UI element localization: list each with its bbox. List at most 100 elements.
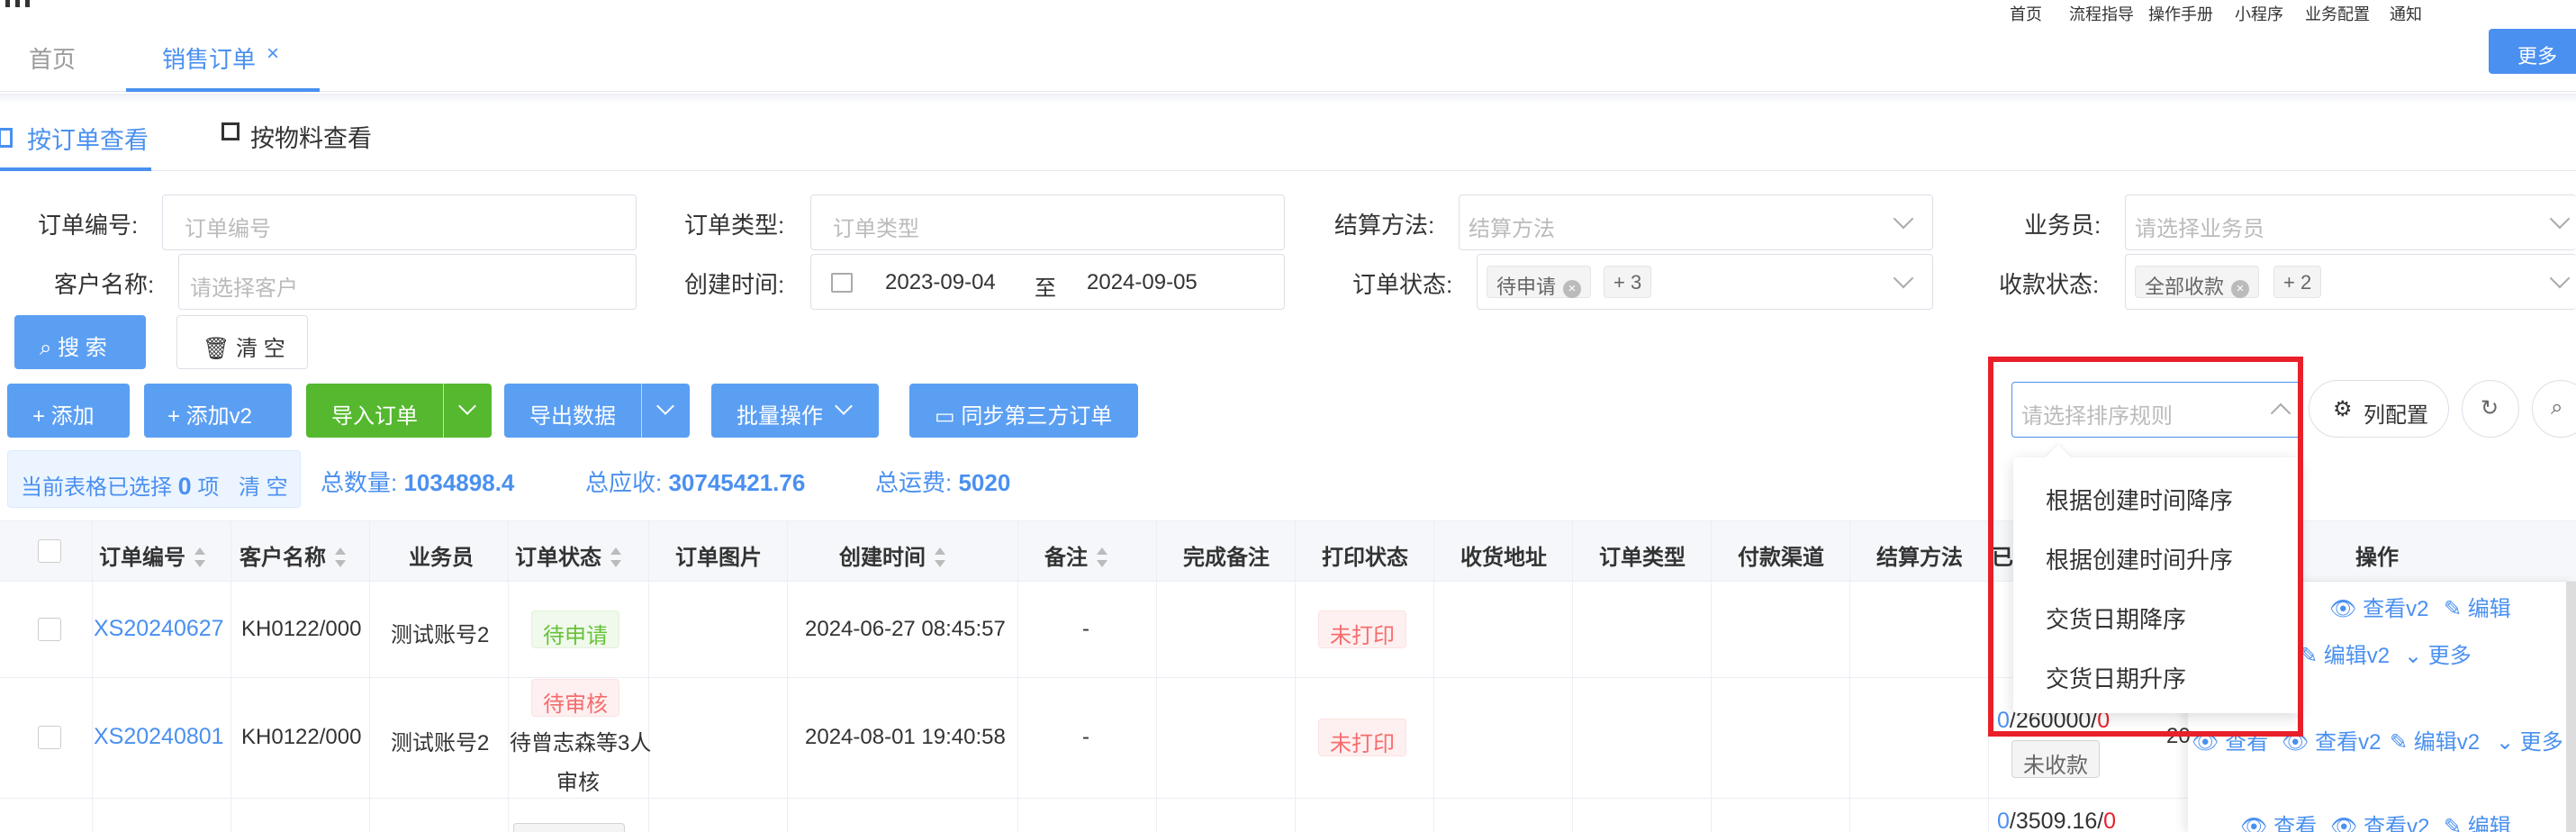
payment-status-select[interactable]: 全部收款 × + 2 [2125, 254, 2576, 310]
refresh-button[interactable]: ↻ [2462, 380, 2519, 438]
batch-ops-button[interactable]: 批量操作 [711, 384, 879, 438]
vertical-scrollbar[interactable] [2566, 582, 2576, 832]
search-toggle-button[interactable]: ⌕ [2532, 380, 2576, 438]
header-link-biz-config[interactable]: 业务配置 [2305, 2, 2370, 25]
header-link-notice[interactable]: 通知 [2390, 2, 2422, 25]
chevron-down-icon[interactable] [458, 397, 476, 415]
view-v2-link[interactable]: 👁 查看v2 [2329, 591, 2429, 622]
header-link-miniapp[interactable]: 小程序 [2235, 2, 2283, 25]
order-no-link[interactable]: XS20240627 [94, 616, 224, 642]
selection-info: 当前表格已选择 0 项 清 空 [7, 450, 301, 508]
view-link[interactable]: 👁 查看 [2240, 809, 2317, 832]
order-type-placeholder: 订单类型 [833, 217, 919, 241]
close-icon[interactable]: × [267, 41, 279, 67]
edit-v2-link[interactable]: ✎ 编辑v2 [2300, 638, 2390, 669]
col-order-type: 订单类型 [1599, 546, 1686, 570]
chevron-down-icon [2549, 208, 2571, 230]
settle-method-select[interactable]: 结算方法 [1459, 194, 1933, 250]
column-divider [1017, 520, 1018, 832]
col-order-no[interactable]: 订单编号 [99, 539, 205, 571]
col-customer[interactable]: 客户名称 [240, 539, 346, 571]
customer-select[interactable]: 请选择客户 [178, 254, 637, 310]
salesman-label: 业务员: [2024, 212, 2101, 239]
search-button[interactable]: ⌕ 搜 索 [14, 315, 146, 369]
col-address: 收货地址 [1460, 546, 1547, 570]
tab-by-order[interactable]: 按订单查看 [0, 106, 151, 171]
select-all-checkbox[interactable] [38, 539, 61, 563]
column-divider [1572, 520, 1573, 832]
list-icon [0, 128, 13, 148]
more-button[interactable]: 更多 [2489, 29, 2576, 74]
header-links: 首页 流程指导 操作手册 小程序 业务配置 通知 [0, 2, 2576, 23]
column-divider [508, 520, 509, 832]
payment-tag-label: 全部收款 [2145, 276, 2225, 298]
col-remark[interactable]: 备注 [1044, 539, 1107, 571]
search-icon: ⌕ [2551, 395, 2563, 420]
sync-third-party-button[interactable]: ▭ 同步第三方订单 [909, 384, 1138, 438]
salesman-placeholder: 请选择业务员 [2135, 217, 2264, 241]
order-status-select[interactable]: 待申请 × + 3 [1477, 254, 1933, 310]
export-data-button[interactable]: 导出数据 [504, 384, 690, 438]
tab-by-order-label: 按订单查看 [27, 127, 149, 154]
sort-icon [610, 547, 621, 567]
add-v2-button-label: + 添加v2 [167, 404, 253, 429]
salesman-cell: 测试账号2 [391, 623, 490, 647]
add-button[interactable]: + 添加 [7, 384, 130, 438]
close-icon[interactable]: × [1563, 280, 1582, 298]
close-icon[interactable]: × [2231, 280, 2250, 298]
status-note: 待曾志森等3人 [510, 731, 652, 755]
more-link[interactable]: ⌄ 更多 [2496, 724, 2563, 755]
sort-icon [935, 547, 945, 567]
salesman-cell: 测试账号2 [391, 731, 490, 755]
clear-button[interactable]: 🗑 清 空 [176, 315, 308, 369]
edit-link[interactable]: ✎ 编辑 [2444, 591, 2511, 622]
header-link-home[interactable]: 首页 [2010, 2, 2042, 25]
header-link-manual[interactable]: 操作手册 [2148, 2, 2213, 25]
row-checkbox[interactable] [38, 618, 61, 641]
order-type-input[interactable]: 订单类型 [810, 194, 1285, 250]
status-more-tag: + 3 [1604, 266, 1652, 298]
col-order-status[interactable]: 订单状态 [515, 539, 621, 571]
tab-sales-order[interactable]: 销售订单 × [126, 27, 320, 92]
split-divider [443, 384, 444, 438]
col-created-time[interactable]: 创建时间 [839, 539, 945, 571]
gear-icon: ⚙ [2333, 397, 2353, 421]
status-badge: 待申请 [531, 610, 619, 648]
column-divider [1711, 520, 1712, 832]
date-to: 2024-09-05 [1087, 270, 1198, 294]
col-print-status: 打印状态 [1322, 546, 1408, 570]
column-divider [92, 520, 93, 832]
row-checkbox[interactable] [38, 726, 61, 749]
box-icon [221, 122, 240, 140]
edit-v2-link[interactable]: ✎ 编辑v2 [2390, 724, 2480, 755]
search-button-label: ⌕ 搜 索 [40, 336, 107, 360]
order-no-link[interactable]: XS20240801 [94, 724, 224, 750]
column-divider [1295, 520, 1296, 832]
chevron-down-icon [2549, 267, 2571, 289]
add-v2-button[interactable]: + 添加v2 [144, 384, 292, 438]
column-config-button[interactable]: ⚙ 列配置 [2309, 380, 2449, 438]
tab-home[interactable]: 首页 [29, 41, 76, 75]
column-divider [787, 520, 788, 832]
print-status-badge: 未打印 [1318, 610, 1406, 648]
import-order-button[interactable]: 导入订单 [306, 384, 492, 438]
date-separator: 至 [1035, 276, 1056, 301]
more-link[interactable]: ⌄ 更多 [2404, 638, 2472, 669]
salesman-select[interactable]: 请选择业务员 [2125, 194, 2576, 250]
column-divider [648, 520, 649, 832]
column-divider [1156, 520, 1157, 832]
settle-method-label: 结算方法: [1334, 212, 1435, 239]
payment-status-label: 收款状态: [1999, 271, 2100, 298]
col-salesman: 业务员 [409, 546, 474, 570]
order-no-input[interactable]: 订单编号 [162, 194, 637, 250]
chevron-down-icon[interactable] [656, 397, 674, 415]
selection-clear-link[interactable]: 清 空 [239, 469, 288, 501]
sort-icon [335, 547, 346, 567]
header-link-guide[interactable]: 流程指导 [2069, 2, 2134, 25]
sales-order-page: 首页 流程指导 操作手册 小程序 业务配置 通知 首页 销售订单 × 更多 按订… [0, 0, 2576, 832]
tab-by-material-label: 按物料查看 [250, 125, 372, 152]
edit-link[interactable]: ✎ 编辑 [2444, 809, 2511, 832]
chevron-down-icon [1893, 208, 1914, 230]
view-v2-link[interactable]: 👁 查看v2 [2330, 809, 2430, 832]
created-time-range[interactable]: 2023-09-04 至 2024-09-05 [810, 254, 1285, 310]
